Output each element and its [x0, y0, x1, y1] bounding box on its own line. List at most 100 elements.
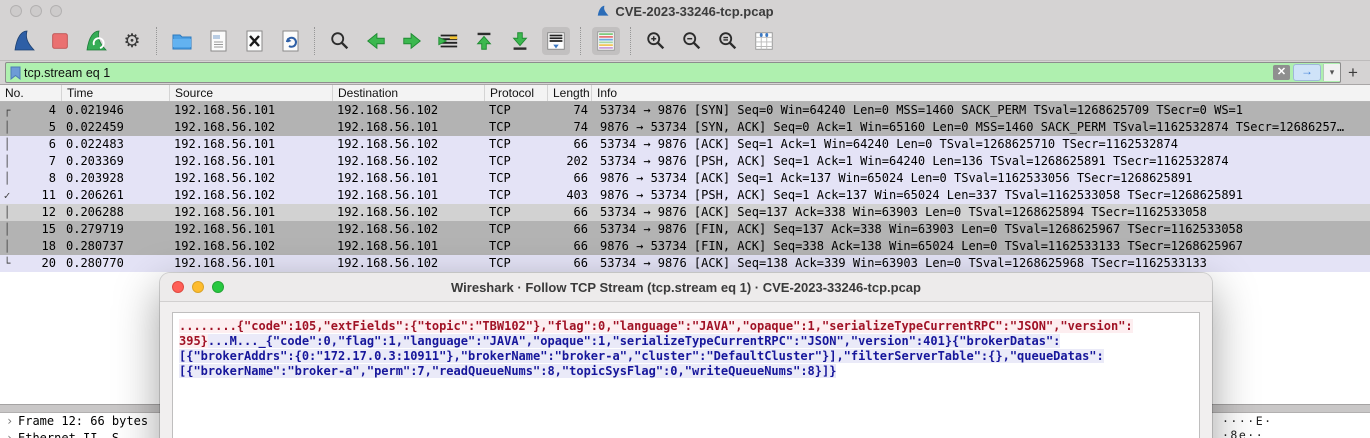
cell-time: 0.203928: [66, 171, 124, 185]
stream-segment-client: 395}: [179, 334, 208, 348]
column-header-length[interactable]: Length: [548, 85, 592, 101]
packet-row[interactable]: └ 20 0.280770 192.168.56.101 192.168.56.102 T…: [0, 255, 1370, 272]
dialog-window-controls: [172, 281, 224, 293]
go-to-top-button[interactable]: [470, 27, 498, 55]
packet-row[interactable]: │ 7 0.203369 192.168.56.101 192.168.56.102 TC…: [0, 153, 1370, 170]
capture-options-gear-icon: ⚙: [123, 30, 141, 52]
column-header-source[interactable]: Source: [170, 85, 333, 101]
stop-capture-button[interactable]: [46, 27, 74, 55]
packet-row[interactable]: │ 15 0.279719 192.168.56.101 192.168.56.102 T…: [0, 221, 1370, 238]
expand-chevron-icon[interactable]: ›: [6, 430, 18, 438]
cell-length: 403: [566, 188, 588, 202]
go-to-bottom-button[interactable]: [506, 27, 534, 55]
find-packet-button[interactable]: [326, 27, 354, 55]
cell-protocol: TCP: [489, 103, 511, 117]
cell-info: 53734 → 9876 [ACK] Seq=1 Ack=1 Win=64240…: [600, 137, 1178, 151]
cell-no: 7: [48, 154, 56, 168]
reload-file-button[interactable]: [276, 27, 304, 55]
stream-segment-server: ...M..._{"code":0,"flag":1,"language":"J…: [207, 334, 1061, 348]
open-file-button[interactable]: [168, 27, 196, 55]
start-capture-fin-icon: [14, 30, 35, 51]
restart-capture-button[interactable]: [82, 27, 110, 55]
cell-info: 53734 → 9876 [SYN] Seq=0 Win=64240 Len=0…: [600, 103, 1243, 117]
display-filter-input[interactable]: tcp.stream eq 1 ✕ → ▾: [5, 62, 1341, 83]
cell-no: 11: [41, 188, 56, 202]
go-to-packet-button[interactable]: [434, 27, 462, 55]
bytes-ascii-line: ····E·: [1222, 414, 1273, 428]
zoom-in-button[interactable]: [642, 27, 670, 55]
cell-destination: 192.168.56.101: [337, 171, 439, 185]
column-header-time[interactable]: Time: [62, 85, 170, 101]
filter-clear-button[interactable]: ✕: [1273, 65, 1290, 80]
main-toolbar: ⚙: [0, 22, 1370, 61]
cell-no: 18: [41, 239, 56, 253]
save-file-icon: [210, 30, 227, 52]
packet-row[interactable]: ┌ 4 0.021946 192.168.56.101 192.168.56.102 TC…: [0, 102, 1370, 119]
cell-mark: │: [3, 172, 11, 185]
toolbar-separator: [314, 27, 316, 55]
dialog-close-button[interactable]: [172, 281, 184, 293]
filter-add-button[interactable]: +: [1341, 63, 1365, 83]
column-header-protocol[interactable]: Protocol: [485, 85, 548, 101]
auto-scroll-button[interactable]: [542, 27, 570, 55]
packet-row[interactable]: │ 8 0.203928 192.168.56.102 192.168.56.101 TC…: [0, 170, 1370, 187]
close-window-button[interactable]: [10, 5, 22, 17]
cell-protocol: TCP: [489, 239, 511, 253]
expand-chevron-icon[interactable]: ›: [6, 413, 18, 430]
zoom-reset-button[interactable]: [714, 27, 742, 55]
go-forward-icon: [403, 32, 421, 50]
filter-bookmark-icon[interactable]: [6, 66, 24, 80]
go-to-top-icon: [476, 32, 492, 50]
colorize-packets-button[interactable]: [592, 27, 620, 55]
cell-destination: 192.168.56.102: [337, 222, 439, 236]
zoom-out-button[interactable]: [678, 27, 706, 55]
cell-time: 0.280737: [66, 239, 124, 253]
go-back-button[interactable]: [362, 27, 390, 55]
cell-protocol: TCP: [489, 171, 511, 185]
packet-row[interactable]: ✓ 11 0.206261 192.168.56.102 192.168.56.101 T…: [0, 187, 1370, 204]
maximize-window-button[interactable]: [50, 5, 62, 17]
close-file-button[interactable]: [240, 27, 268, 55]
zoom-reset-icon: [719, 32, 737, 50]
cell-mark: ✓: [3, 189, 11, 202]
filter-bar: tcp.stream eq 1 ✕ → ▾ +: [0, 61, 1370, 85]
cell-mark: │: [3, 240, 11, 253]
packet-row[interactable]: │ 5 0.022459 192.168.56.102 192.168.56.101 TC…: [0, 119, 1370, 136]
cell-source: 192.168.56.102: [174, 120, 276, 134]
stream-line: 395}...M..._{"code":0,"flag":1,"language…: [179, 334, 1193, 349]
cell-mark: │: [3, 121, 11, 134]
go-to-packet-icon: [438, 34, 458, 48]
packet-row[interactable]: │ 12 0.206288 192.168.56.101 192.168.56.102 T…: [0, 204, 1370, 221]
cell-length: 66: [573, 137, 588, 151]
packet-list: ┌ 4 0.021946 192.168.56.101 192.168.56.102 TC…: [0, 102, 1370, 272]
save-file-button[interactable]: [204, 27, 232, 55]
packet-row[interactable]: │ 18 0.280737 192.168.56.102 192.168.56.101 T…: [0, 238, 1370, 255]
cell-no: 5: [48, 120, 56, 134]
start-capture-button[interactable]: [10, 27, 38, 55]
cell-source: 192.168.56.101: [174, 256, 276, 270]
cell-time: 0.021946: [66, 103, 124, 117]
stream-content[interactable]: ........{"code":105,"extFields":{"topic"…: [172, 312, 1200, 438]
go-to-bottom-icon: [512, 32, 528, 50]
resize-columns-button[interactable]: [750, 27, 778, 55]
column-header-destination[interactable]: Destination: [333, 85, 485, 101]
column-header-no[interactable]: No.: [0, 85, 62, 101]
stream-segment-server: [{"brokerAddrs":{0:"172.17.0.3:10911"},"…: [179, 349, 1104, 363]
cell-destination: 192.168.56.102: [337, 103, 439, 117]
minimize-window-button[interactable]: [30, 5, 42, 17]
cell-destination: 192.168.56.102: [337, 205, 439, 219]
display-filter-value[interactable]: tcp.stream eq 1: [24, 66, 1273, 80]
go-forward-button[interactable]: [398, 27, 426, 55]
dialog-titlebar: Wireshark · Follow TCP Stream (tcp.strea…: [160, 273, 1212, 302]
filter-dropdown-caret[interactable]: ▾: [1323, 64, 1340, 81]
toolbar-separator: [580, 27, 582, 55]
packet-row[interactable]: │ 6 0.022483 192.168.56.101 192.168.56.102 TC…: [0, 136, 1370, 153]
filter-apply-button[interactable]: →: [1293, 64, 1321, 81]
cell-source: 192.168.56.101: [174, 103, 276, 117]
close-file-icon: [246, 30, 263, 52]
dialog-maximize-button[interactable]: [212, 281, 224, 293]
column-header-info[interactable]: Info: [592, 85, 1370, 101]
capture-options-button[interactable]: ⚙: [118, 27, 146, 55]
dialog-minimize-button[interactable]: [192, 281, 204, 293]
packet-list-header: No. Time Source Destination Protocol Length In…: [0, 85, 1370, 102]
